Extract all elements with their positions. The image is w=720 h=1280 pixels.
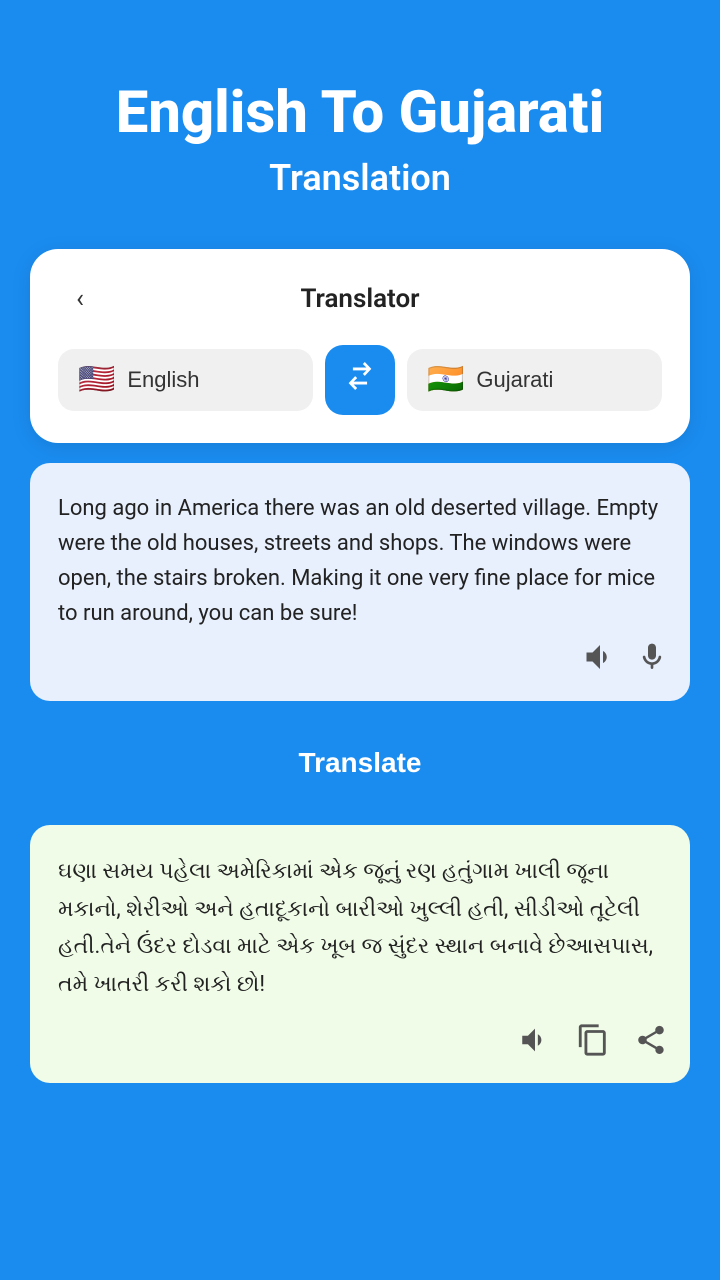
output-box: ઘણા સમય પહેલા અમેરિકામાં એક જૂનું રણ હતુ…	[30, 825, 690, 1083]
input-box[interactable]: Long ago in America there was an old des…	[30, 463, 690, 702]
header: English To Gujarati Translation	[0, 0, 720, 239]
back-button[interactable]: ‹	[58, 277, 102, 321]
input-actions	[582, 639, 668, 683]
share-icon[interactable]	[634, 1023, 668, 1065]
input-text: Long ago in America there was an old des…	[58, 491, 662, 632]
output-speaker-icon[interactable]	[518, 1023, 552, 1065]
swap-language-button[interactable]	[325, 345, 395, 415]
source-flag: 🇺🇸	[78, 365, 115, 395]
speaker-icon[interactable]	[582, 639, 618, 683]
output-actions	[518, 1023, 668, 1065]
source-language-button[interactable]: 🇺🇸 English	[58, 349, 313, 411]
swap-icon	[343, 359, 377, 400]
translator-card: ‹ Translator 🇺🇸 English 🇮🇳 Gujarati	[30, 249, 690, 443]
copy-icon[interactable]	[576, 1023, 610, 1065]
target-flag: 🇮🇳	[427, 365, 464, 395]
target-language-label: Gujarati	[476, 367, 553, 393]
header-subtitle: Translation	[50, 157, 670, 199]
source-language-label: English	[127, 367, 199, 393]
card-title: Translator	[102, 284, 618, 314]
target-language-button[interactable]: 🇮🇳 Gujarati	[407, 349, 662, 411]
translate-button[interactable]: Translate	[30, 721, 690, 805]
microphone-icon[interactable]	[636, 641, 668, 681]
output-text: ઘણા સમય પહેલા અમેરિકામાં એક જૂનું રણ હતુ…	[58, 853, 662, 1003]
card-header: ‹ Translator	[58, 277, 662, 321]
language-selector: 🇺🇸 English 🇮🇳 Gujarati	[58, 345, 662, 415]
header-title: English To Gujarati	[50, 80, 670, 147]
